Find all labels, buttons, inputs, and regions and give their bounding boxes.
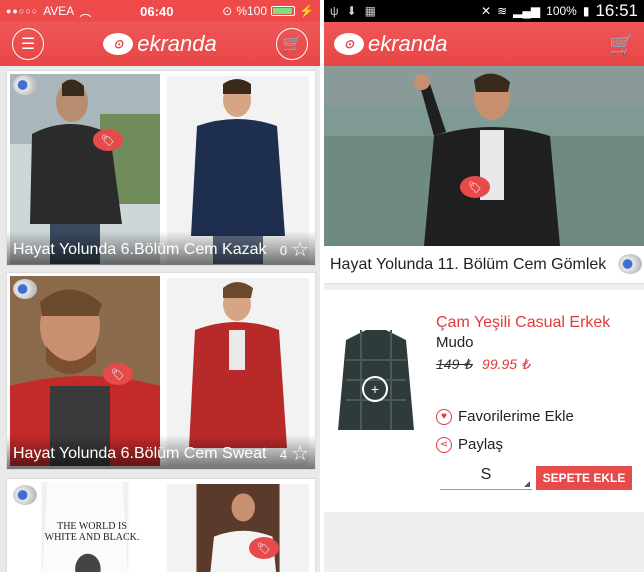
zoom-icon[interactable]: + [362,376,388,402]
dropdown-caret-icon [524,481,530,487]
signal-icon: ▂▄▆ [513,4,541,18]
signal-icon: ●●○○○ [6,6,39,16]
tv-channel-icon [13,485,37,505]
tag-icon[interactable]: 🏷 [93,129,123,151]
old-price: 149 ₺ [436,356,473,372]
clock: 16:51 [595,1,638,20]
product-card[interactable]: THE WORLD IS WHITE AND BLACK. 🏷 [6,478,316,572]
hero-image[interactable] [324,66,644,246]
logo-text: ekranda [137,31,217,56]
lock-rotation-icon: ⊙ [222,4,233,18]
battery-icon: ▮ [582,4,590,18]
app-header: ⊙ ekranda 🛒 [324,22,644,66]
tv-channel-icon [13,279,37,299]
star-icon[interactable]: ☆ [291,240,309,260]
file-icon: ▦ [364,4,376,18]
wifi-icon: ≋ [497,4,508,18]
battery-percent: %100 [236,4,268,18]
menu-button[interactable]: ☰ [12,28,44,60]
status-bar: ●●○○○ AVEA ︵ 06:40 ⊙ %100 ⚡ [0,0,320,22]
tag-icon[interactable]: 🏷 [249,537,279,559]
tv-channel-icon [618,254,642,274]
add-to-cart-button[interactable]: SEPETE EKLE [536,466,632,490]
android-screen: ψ ⬇ ▦ ✕ ≋ ▂▄▆ 100% ▮ 16:51 ⊙ ekranda 🛒 🏷… [322,0,644,572]
wifi-icon: ︵ [79,4,92,19]
download-icon: ⬇ [346,4,357,18]
status-bar: ψ ⬇ ▦ ✕ ≋ ▂▄▆ 100% ▮ 16:51 [324,0,644,22]
card-title: Hayat Yolunda 6.Bölüm Cem Kazak [13,241,267,258]
product-detail: + Çam Yeşili Casual Erkek Mudo 149 ₺ 99.… [324,290,644,512]
shirt-text-line2: WHITE AND BLACK. [44,532,140,543]
favorite-button[interactable]: ♥ Favorilerime Ekle [436,408,574,425]
favorite-count: 4 [279,447,288,462]
share-label: Paylaş [458,436,504,453]
product-name: Çam Yeşili Casual Erkek [436,314,611,331]
carrier-label: AVEA [43,4,75,18]
logo-text: ekranda [368,31,448,56]
share-icon: ⋖ [436,436,452,453]
silent-icon: ✕ [481,4,492,18]
battery-icon [271,6,296,16]
tv-channel-icon [13,75,37,95]
scene-title[interactable]: Hayat Yolunda 11. Bölüm Cem Gömlek [324,246,644,284]
scene-title-text: Hayat Yolunda 11. Bölüm Cem Gömlek [330,255,607,273]
logo[interactable]: ⊙ ekranda [334,31,448,57]
price-row: 149 ₺ 99.95 ₺ [436,356,530,373]
card-caption: Hayat Yolunda 6.Bölüm Cem Sweat 4 ☆ [7,435,315,469]
cart-icon[interactable]: 🛒 [609,32,634,57]
favorite-count: 0 [279,243,288,258]
clock: 06:40 [140,3,174,19]
size-value: S [480,466,492,483]
tag-icon[interactable]: 🏷 [460,176,490,198]
tag-icon[interactable]: 🏷 [103,363,133,385]
size-select[interactable]: S [440,466,532,490]
heart-icon: ♥ [436,408,452,425]
charging-icon: ⚡ [299,4,314,18]
battery-percent: 100% [546,4,577,18]
card-title: Hayat Yolunda 6.Bölüm Cem Sweat [13,445,267,462]
shirt-text-line1: THE WORLD IS [57,521,127,532]
ios-screen: ●●○○○ AVEA ︵ 06:40 ⊙ %100 ⚡ ☰ ⊙ ekranda … [0,0,320,572]
logo-mark-icon: ⊙ [334,33,364,55]
share-button[interactable]: ⋖ Paylaş [436,436,503,453]
logo[interactable]: ⊙ ekranda [103,31,217,57]
product-card[interactable]: 🏷 Hayat Yolunda 6.Bölüm Cem Sweat 4 ☆ [6,272,316,470]
favorite-label: Favorilerime Ekle [458,408,574,425]
cart-icon: 🛒 [282,36,302,53]
new-price: 99.95 ₺ [482,356,530,372]
usb-icon: ψ [330,4,339,18]
scene-image [167,484,309,572]
shirt-print: THE WORLD IS WHITE AND BLACK. [37,521,147,543]
card-caption: Hayat Yolunda 6.Bölüm Cem Kazak 0 ☆ [7,231,315,265]
product-brand: Mudo [436,334,474,351]
star-icon[interactable]: ☆ [291,444,309,464]
app-header: ☰ ⊙ ekranda 🛒 [0,22,320,66]
logo-mark-icon: ⊙ [103,33,134,55]
product-card[interactable]: 🏷 Hayat Yolunda 6.Bölüm Cem Kazak 0 ☆ [6,70,316,266]
menu-icon: ☰ [20,36,36,53]
cart-button[interactable]: 🛒 [275,28,308,60]
